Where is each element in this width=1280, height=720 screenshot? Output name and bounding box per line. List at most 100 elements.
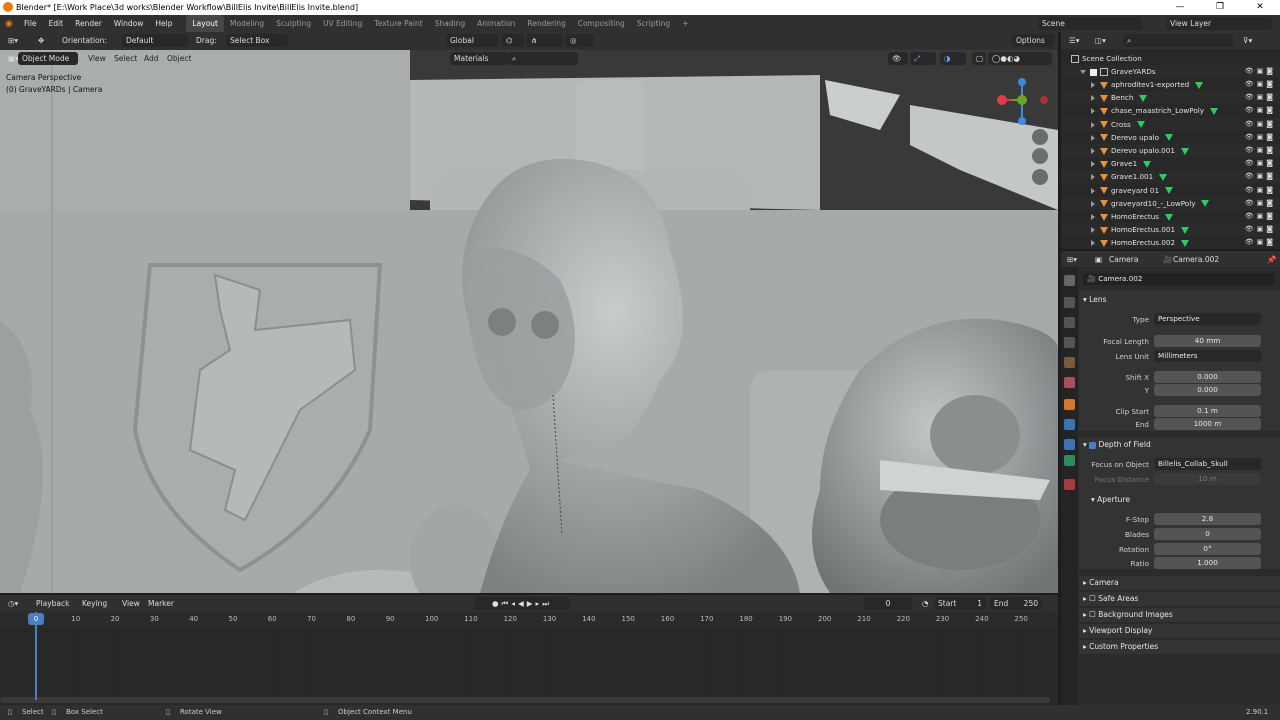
blender-menu-icon[interactable]: ◉ bbox=[0, 19, 18, 29]
clip-end-field[interactable]: 1000 m bbox=[1154, 418, 1261, 430]
tab-modeling[interactable]: Modeling bbox=[224, 15, 270, 32]
outliner-item[interactable]: Grave1.001 👁▣◙ bbox=[1061, 170, 1280, 184]
camera-data-tab-icon[interactable] bbox=[1064, 455, 1075, 466]
expand-triangle-icon[interactable] bbox=[1091, 95, 1095, 102]
outliner-editor-type-icon[interactable]: ☰▾ bbox=[1065, 34, 1084, 47]
visibility-icons[interactable]: 👁▣◙ bbox=[1245, 144, 1276, 157]
clip-start-field[interactable]: 0.1 m bbox=[1154, 405, 1261, 417]
menu-edit[interactable]: Edit bbox=[43, 15, 70, 32]
visibility-icons[interactable]: 👁▣◙ bbox=[1245, 170, 1276, 183]
timeline-track-area[interactable] bbox=[0, 627, 1058, 705]
current-frame-field[interactable]: 0 bbox=[864, 597, 912, 610]
visibility-icons[interactable]: 👁▣◙ bbox=[1245, 91, 1276, 104]
playhead-frame-label[interactable]: 0 bbox=[28, 613, 44, 625]
fstop-field[interactable]: 2.8 bbox=[1154, 513, 1261, 525]
drag-dropdown[interactable]: Select Box bbox=[226, 34, 288, 47]
aperture-section-header[interactable]: ▾ Aperture bbox=[1091, 495, 1130, 504]
outliner-item[interactable]: HomoErectus.001 👁▣◙ bbox=[1061, 223, 1280, 237]
options-dropdown[interactable]: Options bbox=[1012, 34, 1054, 47]
scene-selector[interactable]: Scene bbox=[1038, 17, 1142, 30]
maximize-button[interactable]: ❐ bbox=[1200, 0, 1240, 15]
editor-type-icon[interactable]: ⊞▾ bbox=[4, 34, 22, 47]
texture-tab-icon[interactable] bbox=[1064, 479, 1075, 490]
mode-dropdown[interactable]: Object Mode bbox=[18, 52, 78, 65]
gizmo-toggle-icon[interactable]: ⤢ bbox=[910, 52, 936, 65]
tab-texture-paint[interactable]: Texture Paint bbox=[368, 15, 428, 32]
tab-compositing[interactable]: Compositing bbox=[572, 15, 631, 32]
pin-icon[interactable]: 📌 bbox=[1263, 253, 1280, 266]
visibility-icons[interactable]: 👁▣◙ bbox=[1245, 223, 1276, 236]
rotation-field[interactable]: 0° bbox=[1154, 543, 1261, 555]
tab-layout[interactable]: Layout bbox=[186, 15, 224, 32]
outliner-item[interactable]: graveyard 01 👁▣◙ bbox=[1061, 184, 1280, 197]
outliner-item[interactable]: HomoErectus 👁▣◙ bbox=[1061, 210, 1280, 223]
shading-modes-icon[interactable]: ◯●◐◕ bbox=[988, 52, 1052, 65]
menu-render[interactable]: Render bbox=[69, 15, 108, 32]
expand-triangle-icon[interactable] bbox=[1091, 240, 1095, 247]
playback-controls-icon[interactable]: ●⏮◂◀▶▸⏭ bbox=[474, 597, 570, 610]
background-images-section[interactable]: ▸ ☐ Background Images bbox=[1079, 608, 1280, 622]
transform-tool-icon[interactable]: ✥ bbox=[34, 34, 48, 47]
minimize-button[interactable]: — bbox=[1160, 0, 1200, 15]
outliner-item[interactable]: aphroditev1-exported 👁▣◙ bbox=[1061, 78, 1280, 91]
dof-section-header[interactable]: ▾ Depth of Field bbox=[1083, 440, 1151, 449]
shift-x-field[interactable]: 0.000 bbox=[1154, 371, 1261, 383]
close-window-button[interactable]: ✕ bbox=[1240, 0, 1280, 15]
end-frame-field[interactable]: End 250 bbox=[990, 597, 1042, 610]
expand-triangle-icon[interactable] bbox=[1091, 82, 1095, 88]
safe-areas-section[interactable]: ▸ ☐ Safe Areas bbox=[1079, 592, 1280, 606]
ratio-field[interactable]: 1.000 bbox=[1154, 557, 1261, 569]
shift-y-field[interactable]: 0.000 bbox=[1154, 384, 1261, 396]
tab-rendering[interactable]: Rendering bbox=[521, 15, 571, 32]
3d-viewport[interactable]: ▣▾ Object Mode View Select Add Object Ma… bbox=[0, 50, 1058, 593]
expand-triangle-icon[interactable] bbox=[1091, 148, 1095, 154]
outliner-item[interactable]: chase_maastrich_LowPoly 👁▣◙ bbox=[1061, 104, 1280, 117]
tab-sculpting[interactable]: Sculpting bbox=[270, 15, 317, 32]
menu-keying[interactable]: Keying bbox=[78, 597, 111, 610]
visibility-icons[interactable]: 👁▣◙ bbox=[1245, 157, 1276, 170]
visibility-icons[interactable]: 👁▣◙ bbox=[1245, 184, 1276, 197]
lens-section-header[interactable]: ▾ Lens bbox=[1083, 295, 1106, 304]
visibility-icons[interactable]: 👁▣◙ bbox=[1245, 131, 1276, 144]
visibility-icons[interactable]: 👁▣◙ bbox=[1245, 118, 1276, 131]
focus-object-field[interactable]: Billelis_Collab_Skull bbox=[1154, 458, 1261, 470]
outliner-item[interactable]: Derevo upalo 👁▣◙ bbox=[1061, 131, 1280, 144]
expand-triangle-icon[interactable] bbox=[1091, 214, 1095, 220]
menu-marker[interactable]: Marker bbox=[144, 597, 178, 610]
timeline-editor-type-icon[interactable]: ◷▾ bbox=[4, 597, 22, 610]
visibility-icons[interactable]: 👁▣◙ bbox=[1245, 65, 1276, 78]
tool-tab-icon[interactable] bbox=[1064, 275, 1075, 286]
outliner-item[interactable]: Bench 👁▣◙ bbox=[1061, 91, 1280, 105]
menu-add[interactable]: Add bbox=[140, 52, 163, 65]
outliner-item[interactable]: HomoErectus.002 👁▣◙ bbox=[1061, 236, 1280, 249]
timeline-scrollbar[interactable] bbox=[0, 697, 1050, 703]
expand-triangle-icon[interactable] bbox=[1091, 227, 1095, 234]
output-tab-icon[interactable] bbox=[1064, 317, 1075, 328]
proportional-edit-icon[interactable]: ◎ bbox=[566, 34, 594, 47]
filter-icon[interactable]: ⊽▾ bbox=[1239, 34, 1256, 47]
timeline-ruler[interactable]: 0 10 20 30 40 50 60 70 80 90 100 110 120 130 140 150 160… bbox=[0, 612, 1058, 627]
world-tab-icon[interactable] bbox=[1064, 377, 1075, 388]
lens-unit-dropdown[interactable]: Millimeters bbox=[1154, 350, 1261, 362]
menu-help[interactable]: Help bbox=[149, 15, 178, 32]
preview-range-icon[interactable]: ◔ bbox=[918, 597, 933, 610]
expand-triangle-icon[interactable] bbox=[1091, 187, 1095, 194]
navigation-gizmo[interactable] bbox=[990, 78, 1054, 218]
playhead[interactable] bbox=[35, 612, 37, 700]
expand-triangle-icon[interactable] bbox=[1091, 174, 1095, 181]
render-tab-icon[interactable] bbox=[1064, 297, 1075, 308]
checkbox-icon[interactable] bbox=[1090, 68, 1097, 76]
collapse-triangle-icon[interactable] bbox=[1080, 70, 1086, 74]
expand-triangle-icon[interactable] bbox=[1091, 161, 1095, 168]
menu-select[interactable]: Select bbox=[110, 52, 141, 65]
tab-uv-editing[interactable]: UV Editing bbox=[317, 15, 368, 32]
snap-icon[interactable]: ⋔ bbox=[527, 34, 563, 47]
visibility-icon[interactable]: 👁 bbox=[888, 52, 908, 65]
scene-tab-icon[interactable] bbox=[1064, 357, 1075, 368]
tab-shading[interactable]: Shading bbox=[429, 15, 471, 32]
expand-triangle-icon[interactable] bbox=[1091, 134, 1095, 141]
visibility-icons[interactable]: 👁▣◙ bbox=[1245, 197, 1276, 210]
focus-distance-field[interactable]: 10 m bbox=[1154, 473, 1261, 485]
display-mode-icon[interactable]: ◫▾ bbox=[1091, 34, 1110, 47]
transform-orientation-dropdown[interactable]: Global bbox=[446, 34, 498, 47]
